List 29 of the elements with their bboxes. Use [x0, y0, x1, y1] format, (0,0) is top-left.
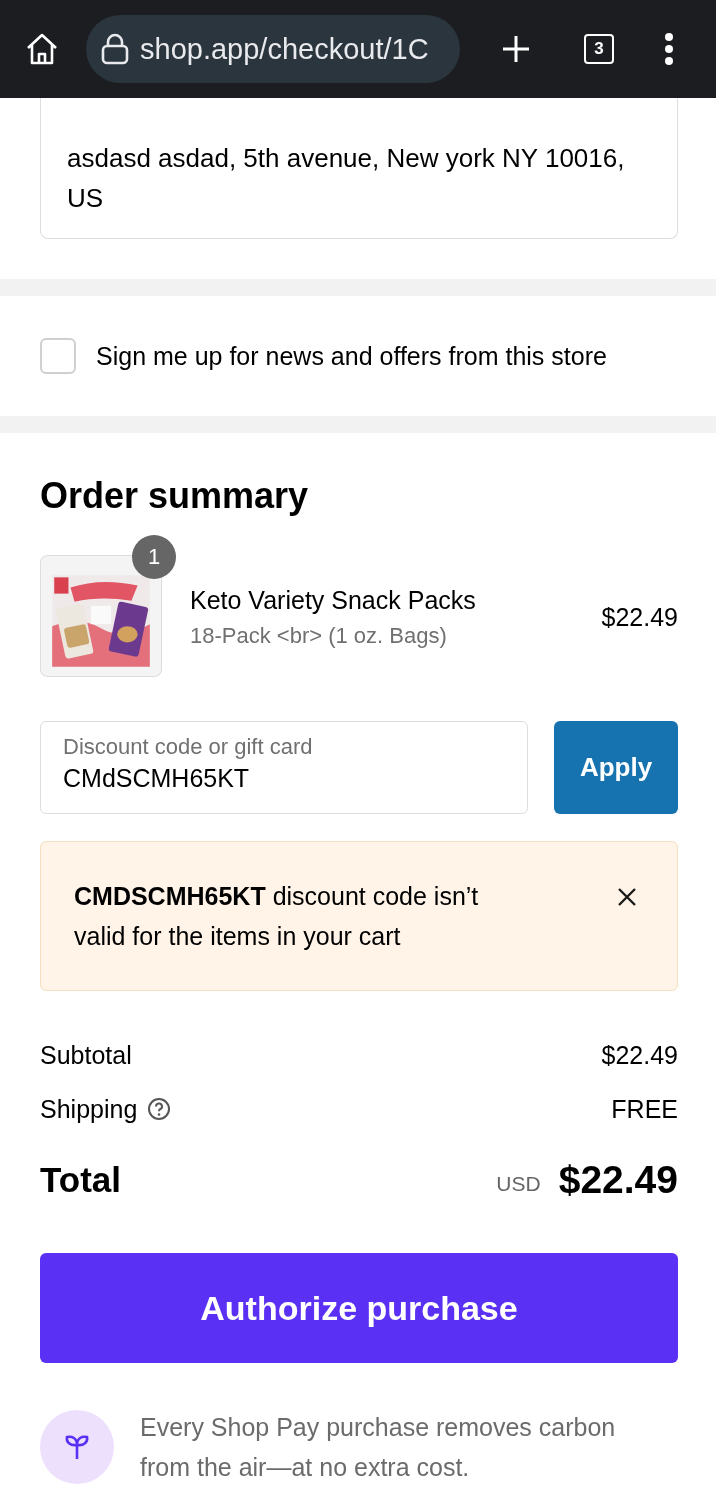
newsletter-checkbox[interactable] — [40, 338, 76, 374]
url-text: shop.app/checkout/1C — [140, 32, 429, 66]
order-summary-title: Order summary — [40, 475, 310, 517]
newsletter-label: Sign me up for news and offers from this store — [96, 341, 607, 371]
carbon-note: Every Shop Pay purchase removes carbon from the air—at no extra cost. — [140, 1412, 617, 1483]
help-icon[interactable] — [147, 1097, 172, 1121]
shipping-label: Shipping — [40, 1094, 138, 1124]
alert-message: CMDSCMH65KT discount code isn’t valid for the items in your cart — [74, 881, 480, 952]
address-bar[interactable]: shop.app/checkout/1C — [86, 15, 460, 83]
product-variant: 18-Pack <br> (1 oz. Bags) — [190, 622, 448, 649]
total-label: Total — [40, 1160, 121, 1200]
subtotal-label: Subtotal — [40, 1040, 132, 1070]
total-value: $22.49 — [558, 1158, 678, 1202]
sprout-icon — [64, 1433, 90, 1461]
lock-icon — [100, 33, 130, 65]
currency-code: USD — [496, 1172, 541, 1196]
shipping-value: FREE — [611, 1094, 678, 1124]
subtotal-value: $22.49 — [601, 1040, 678, 1070]
more-icon[interactable] — [664, 32, 674, 66]
tab-count-button[interactable]: 3 — [584, 34, 614, 64]
product-name: Keto Variety Snack Packs — [190, 585, 477, 615]
apply-button[interactable]: Apply — [554, 721, 678, 814]
product-price: $22.49 — [601, 602, 678, 632]
billing-address: asdasd asdad, 5th avenue, New york NY 10016, US — [67, 142, 626, 215]
quantity-badge: 1 — [132, 535, 176, 579]
discount-code-field[interactable]: Discount code or gift card CMdSCMH65KT — [40, 721, 528, 814]
close-icon[interactable] — [616, 886, 638, 908]
plus-icon[interactable] — [500, 33, 532, 65]
authorize-purchase-button[interactable]: Authorize purchase — [40, 1253, 678, 1363]
